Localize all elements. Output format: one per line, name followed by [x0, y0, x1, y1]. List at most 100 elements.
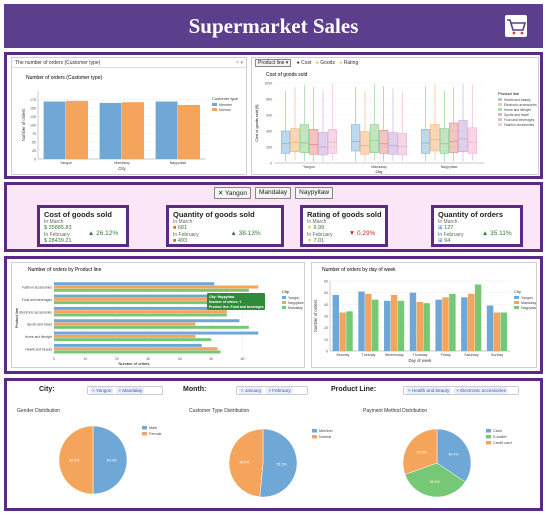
pie-title: Customer Type Distribution [189, 408, 250, 414]
y-tick-label: 1000 [264, 82, 272, 86]
bottom-filter-label: City: [39, 386, 55, 393]
cost-box-plot: Cost of goods sold 0 200 400 600 800 1000 Yango… [255, 72, 537, 174]
y-tick-label: 0 [270, 162, 272, 166]
multi-select-box[interactable]: × January × February [236, 386, 308, 395]
pie-value-label: 35.1% [430, 480, 441, 484]
bar-mandalay [54, 350, 221, 354]
goods-dot-icon: ● [315, 60, 319, 66]
filter-tag[interactable]: × Electronic accessories [454, 387, 508, 394]
multi-select-box[interactable]: × Yangon × Mandalay [87, 386, 163, 395]
y-tick-label: 0 [326, 350, 328, 354]
bar-mandalay [365, 293, 372, 351]
tab-label: The number of orders (Customer type) [15, 60, 101, 66]
legend-title: City [282, 289, 289, 294]
kpi-value-text: 94 [444, 238, 451, 244]
filter-tag[interactable]: × February [266, 387, 293, 394]
product-line-toolbar: Product line ▾ ● Cost ● Goods ● Rating [252, 58, 538, 68]
chart-title: Number of orders by day of week [322, 267, 396, 273]
legend-swatch [498, 108, 502, 111]
kpi-value-previous: ■ 493 [173, 238, 277, 245]
bar-mandalay [339, 312, 346, 351]
legend-title: City [514, 289, 521, 294]
bar-mandalay [468, 293, 475, 351]
pie-value-label: 30.5% [417, 451, 428, 455]
y-tick-label: 0 [34, 158, 36, 162]
kpi-value-text: 681 [177, 225, 188, 231]
toggle-goods[interactable]: ● Goods [316, 60, 335, 66]
y-tick-label: 60 [324, 280, 328, 284]
filter-tag[interactable]: × Yangon [90, 387, 114, 394]
bar-yangon [435, 299, 442, 351]
city-filter-buttons: ✕ Yangon Mandalay Naypyitaw [7, 187, 540, 199]
x-tick-label: 0 [53, 357, 55, 361]
y-tick-label: Sports and travel [27, 323, 52, 327]
x-tick-label: Friday [441, 353, 451, 357]
y-tick-label: 150 [30, 107, 36, 111]
bar-naypyitaw [346, 311, 353, 351]
kpi-value-text: 28439.21 [48, 238, 72, 244]
kpi-value-text: 35885.83 [48, 225, 72, 231]
legend-label: Fashion accessories [504, 123, 534, 127]
x-tick-label: Naypyitaw [170, 161, 187, 165]
panel-controls-icon[interactable]: × ▾ [236, 58, 243, 68]
bar-mandalay [54, 338, 212, 342]
filter-yangon-button[interactable]: ✕ Yangon [213, 187, 251, 199]
y-tick-label: 50 [32, 141, 36, 145]
toggle-rating[interactable]: ● Rating [339, 60, 358, 66]
multi-select-box[interactable]: × Health and beauty × Electronic accessor… [403, 386, 519, 395]
rating-dot-icon: ● [339, 60, 343, 66]
legend-swatch [142, 426, 147, 430]
kpi-value-text: 127 [444, 225, 454, 231]
top-row-panel: The number of orders (Customer type) × ▾… [4, 52, 543, 179]
pie-value-label: 50.0% [107, 459, 118, 463]
toggle-cost[interactable]: ● Cost [297, 60, 312, 66]
dashboard-header: Supermarket Sales [4, 4, 543, 48]
legend-label: Normal [219, 108, 231, 112]
bar-yangon [358, 291, 365, 351]
arrow-up-icon: ▲ [481, 230, 491, 237]
chart-title: Number of orders (Customer type) [26, 75, 102, 81]
arrow-down-icon: ▼ [348, 230, 357, 237]
x-tick-label: Yangon [303, 165, 315, 169]
box-iqr [369, 124, 379, 153]
pie-value-label: 34.4% [448, 453, 459, 457]
pie-title: Payment Method Distribution [363, 408, 428, 414]
tab-customer-type[interactable]: The number of orders (Customer type) × ▾ [12, 58, 246, 68]
box-iqr [290, 128, 300, 153]
y-tick-label: 50 [324, 291, 328, 295]
y-tick-label: 20 [324, 326, 328, 330]
x-tick-label: Wednesday [385, 353, 404, 357]
tooltip-line: Product line: Food and beverages [209, 305, 264, 309]
legend-swatch [486, 441, 491, 445]
product-line-dropdown-label: Product line [258, 60, 285, 66]
chart-title: Cost of goods sold [266, 72, 308, 78]
filter-tag[interactable]: × January [239, 387, 264, 394]
legend-swatch [498, 113, 502, 116]
kpi-value-text: 493 [177, 238, 188, 244]
kpi-panel: ✕ Yangon Mandalay Naypyitaw Cost of good… [4, 182, 543, 252]
box-iqr [281, 130, 291, 154]
filter-mandalay-button[interactable]: Mandalay [254, 187, 292, 199]
cart-icon [505, 15, 527, 37]
filter-naypyitaw-button[interactable]: Naypyitaw [295, 187, 334, 199]
kpi-value-previous: ⊞ 94 [438, 238, 516, 245]
filter-naypyitaw-label: Naypyitaw [299, 189, 330, 196]
bar-yangon [409, 292, 417, 351]
bar-yangon [486, 305, 494, 351]
y-axis-label: Product line [15, 308, 19, 328]
x-axis-label: City [118, 166, 126, 171]
y-tick-label: 125 [30, 115, 36, 119]
filter-tag[interactable]: × Health and beauty [406, 387, 452, 394]
y-tick-label: 400 [266, 130, 272, 134]
legend-title: Product line [498, 91, 520, 96]
filter-tag[interactable]: × Mandalay [116, 387, 145, 394]
page-title: Supermarket Sales [188, 13, 359, 38]
kpi-delta-text: 35.11% [490, 230, 512, 237]
cost-boxplot-panel: Product line ▾ ● Cost ● Goods ● Rating C… [251, 57, 539, 175]
bar-naypyitaw [54, 347, 218, 351]
legend-swatch [498, 103, 502, 106]
product-line-dropdown[interactable]: Product line ▾ [255, 59, 292, 67]
legend-label: Yangon [521, 296, 533, 300]
y-tick-label: 200 [266, 146, 272, 150]
x-tick-label: Tuesday [362, 353, 376, 357]
